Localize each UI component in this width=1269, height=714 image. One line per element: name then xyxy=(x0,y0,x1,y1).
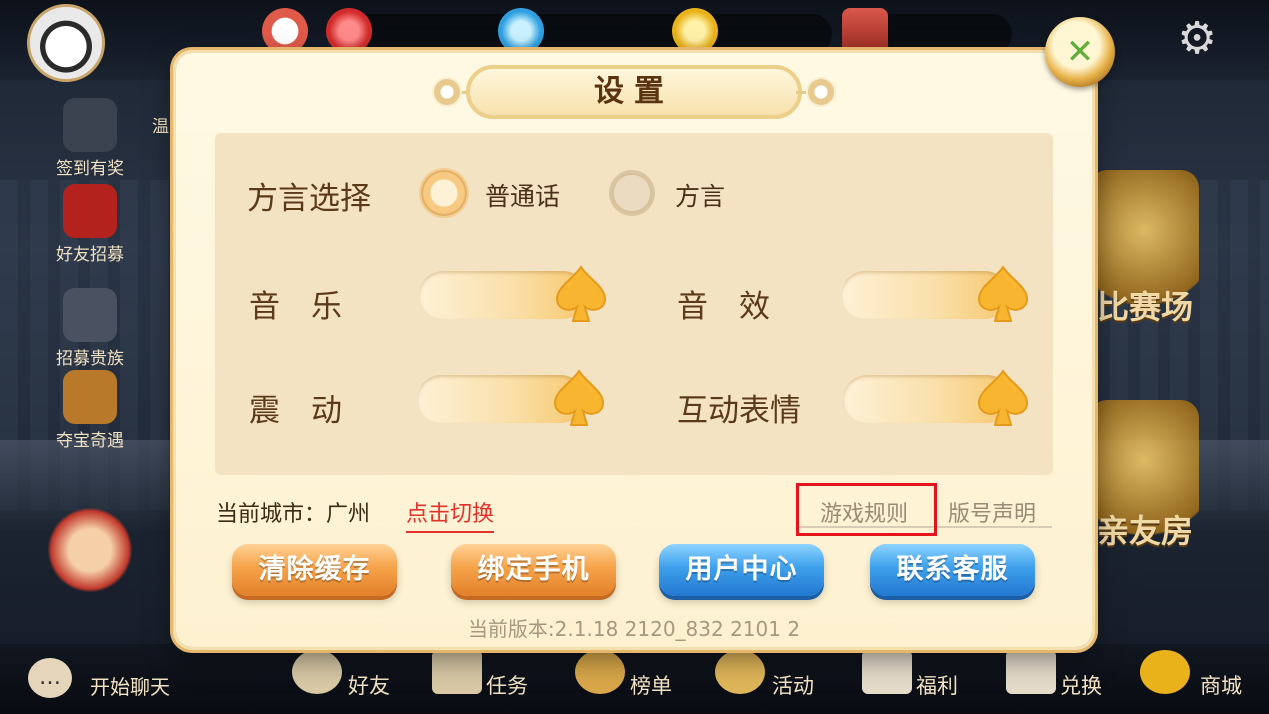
nav-tasks[interactable]: 任务 xyxy=(486,670,528,700)
nav-exchange[interactable]: 兑换 xyxy=(1060,670,1102,700)
mascot-icon xyxy=(262,8,308,54)
emote-slider-spade-icon[interactable] xyxy=(975,367,1031,433)
settings-panel: 方言选择 普通话 方言 音 乐 音 效 震 动 互动表情 xyxy=(215,133,1053,475)
version-text: 当前版本:2.1.18 2120_832 2101 2 xyxy=(467,617,801,641)
sidebar-item-treasure[interactable]: 夺宝奇遇 xyxy=(40,370,140,451)
dialog-title: 设置 xyxy=(466,65,802,119)
emote-label: 互动表情 xyxy=(677,393,801,429)
user-center-button[interactable]: 用户中心 xyxy=(659,544,824,596)
nav-activities[interactable]: 活动 xyxy=(772,670,814,700)
close-button[interactable]: ✕ xyxy=(1045,17,1115,87)
chat-bubble-icon: … xyxy=(28,658,72,698)
sidebar-item-label: 招募贵族 xyxy=(56,349,124,369)
radio-dialect-label[interactable]: 方言 xyxy=(675,177,725,213)
sfx-label: 音 效 xyxy=(677,289,770,325)
handshake-icon xyxy=(63,288,117,342)
god-of-wealth-icon xyxy=(40,500,140,600)
calendar-icon xyxy=(63,98,117,152)
partial-label: 温 xyxy=(152,117,169,137)
sidebar-item-label: 夺宝奇遇 xyxy=(56,431,124,451)
gear-icon[interactable]: ⚙ xyxy=(1170,12,1224,66)
sidebar-item-label: 好友招募 xyxy=(56,245,124,265)
bind-phone-button[interactable]: 绑定手机 xyxy=(451,544,616,596)
settings-dialog: 设置 方言选择 普通话 方言 音 乐 音 效 震 动 互动表情 当前城市：广州 … xyxy=(176,53,1092,647)
coin-icon xyxy=(672,8,718,54)
contact-service-button[interactable]: 联系客服 xyxy=(870,544,1035,596)
diamond-icon xyxy=(498,8,544,54)
title-ornament-right-icon xyxy=(806,77,836,107)
activity-icon xyxy=(715,650,765,694)
friend-room-label[interactable]: 亲友房 xyxy=(1097,506,1193,552)
sidebar-item-noble[interactable]: 招募贵族 xyxy=(40,288,140,369)
music-slider-spade-icon[interactable] xyxy=(553,263,609,329)
dialog-title-text: 设置 xyxy=(594,74,674,109)
clear-cache-button[interactable]: 清除缓存 xyxy=(232,544,397,596)
nav-friends[interactable]: 好友 xyxy=(348,670,390,700)
nav-shop[interactable]: 商城 xyxy=(1200,670,1242,700)
title-ornament-left-icon xyxy=(432,77,462,107)
vibration-label: 震 动 xyxy=(249,393,342,429)
avatar[interactable] xyxy=(27,4,105,82)
current-city: 当前城市：广州 xyxy=(216,502,371,527)
sidebar-item-invite[interactable]: 好友招募 xyxy=(40,184,140,265)
radio-mandarin[interactable] xyxy=(421,170,467,216)
music-label: 音 乐 xyxy=(249,289,342,325)
nav-rankings[interactable]: 榜单 xyxy=(630,670,672,700)
rules-highlight-box xyxy=(796,483,937,536)
radio-dialect[interactable] xyxy=(609,170,655,216)
red-envelope-icon xyxy=(63,184,117,238)
sidebar-item-checkin[interactable]: 签到有奖 xyxy=(40,98,140,179)
shop-coin-icon xyxy=(1140,650,1190,694)
sidebar-item-label: 签到有奖 xyxy=(56,159,124,179)
dialect-label: 方言选择 xyxy=(247,181,371,217)
copyright-link[interactable]: 版号声明 xyxy=(948,496,1036,528)
exchange-icon xyxy=(1006,650,1056,694)
radio-mandarin-label[interactable]: 普通话 xyxy=(485,177,560,213)
close-icon: ✕ xyxy=(1065,32,1095,72)
treasure-chest-icon xyxy=(63,370,117,424)
sfx-slider-spade-icon[interactable] xyxy=(975,263,1031,329)
match-hall-label[interactable]: 比赛场 xyxy=(1097,282,1193,328)
medal-icon xyxy=(575,650,625,694)
scroll-icon xyxy=(432,650,482,694)
vibration-slider-spade-icon[interactable] xyxy=(551,367,607,433)
friends-icon xyxy=(292,650,342,694)
gift-icon xyxy=(862,650,912,694)
switch-city-link[interactable]: 点击切换 xyxy=(406,496,495,533)
card-icon xyxy=(842,8,888,54)
nav-welfare[interactable]: 福利 xyxy=(916,670,958,700)
chat-input[interactable]: 开始聊天 xyxy=(90,671,170,700)
ruby-icon xyxy=(326,8,372,54)
